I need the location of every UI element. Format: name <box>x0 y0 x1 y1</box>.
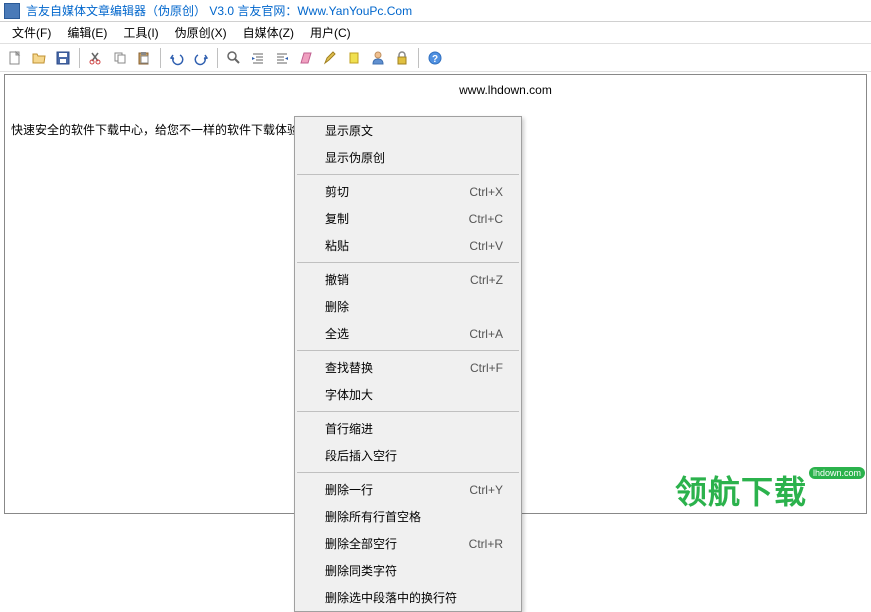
context-menu-item[interactable]: 全选 Ctrl+A <box>295 320 521 347</box>
erase-icon[interactable] <box>295 47 317 69</box>
toolbar: ? <box>0 44 871 72</box>
context-menu-separator <box>297 411 519 412</box>
context-menu-shortcut: Ctrl+C <box>469 212 503 226</box>
menu-tools[interactable]: 工具(I) <box>115 22 166 43</box>
redo-icon[interactable] <box>190 47 212 69</box>
context-menu-label: 删除一行 <box>325 481 373 498</box>
context-menu-item[interactable]: 查找替换 Ctrl+F <box>295 354 521 381</box>
window-title: 言友自媒体文章编辑器（伪原创） V3.0 言友官网：Www.YanYouPc.C… <box>26 2 412 19</box>
watermark: 领航下载 lhdown.com <box>675 467 865 513</box>
find-icon[interactable] <box>223 47 245 69</box>
context-menu-item[interactable]: 首行缩进 <box>295 415 521 442</box>
context-menu-item[interactable]: 删除选中段落中的换行符 <box>295 584 521 611</box>
context-menu-label: 撤销 <box>325 271 349 288</box>
open-file-icon[interactable] <box>28 47 50 69</box>
context-menu-label: 删除全部空行 <box>325 535 397 552</box>
context-menu-label: 删除同类字符 <box>325 562 397 579</box>
context-menu-item[interactable]: 撤销 Ctrl+Z <box>295 266 521 293</box>
context-menu-label: 段后插入空行 <box>325 447 397 464</box>
context-menu-item[interactable]: 显示原文 <box>295 117 521 144</box>
highlight-icon[interactable] <box>343 47 365 69</box>
app-icon <box>4 3 20 19</box>
context-menu-separator <box>297 262 519 263</box>
toolbar-separator <box>160 48 161 68</box>
watermark-text: 领航下载 <box>675 467 807 513</box>
context-menu-label: 首行缩进 <box>325 420 373 437</box>
context-menu-label: 显示伪原创 <box>325 149 385 166</box>
context-menu-shortcut: Ctrl+R <box>469 537 503 551</box>
copy-icon[interactable] <box>109 47 131 69</box>
context-menu-label: 全选 <box>325 325 349 342</box>
context-menu-item[interactable]: 删除同类字符 <box>295 557 521 584</box>
context-menu-shortcut: Ctrl+X <box>469 185 503 199</box>
context-menu-label: 显示原文 <box>325 122 373 139</box>
context-menu-label: 删除 <box>325 298 349 315</box>
context-menu-label: 剪切 <box>325 183 349 200</box>
undo-icon[interactable] <box>166 47 188 69</box>
context-menu-label: 复制 <box>325 210 349 227</box>
paste-icon[interactable] <box>133 47 155 69</box>
outdent-icon[interactable] <box>271 47 293 69</box>
context-menu-item[interactable]: 删除一行 Ctrl+Y <box>295 476 521 503</box>
context-menu-shortcut: Ctrl+A <box>469 327 503 341</box>
cut-icon[interactable] <box>85 47 107 69</box>
watermark-badge: lhdown.com <box>809 467 865 479</box>
toolbar-separator <box>418 48 419 68</box>
context-menu-item[interactable]: 剪切 Ctrl+X <box>295 178 521 205</box>
save-icon[interactable] <box>52 47 74 69</box>
context-menu-label: 粘贴 <box>325 237 349 254</box>
user-icon[interactable] <box>367 47 389 69</box>
context-menu-item[interactable]: 删除 <box>295 293 521 320</box>
context-menu: 显示原文显示伪原创剪切 Ctrl+X 复制 Ctrl+C 粘贴 Ctrl+V 撤销 Ctrl+… <box>294 116 522 612</box>
context-menu-item[interactable]: 显示伪原创 <box>295 144 521 171</box>
titlebar: 言友自媒体文章编辑器（伪原创） V3.0 言友官网：Www.YanYouPc.C… <box>0 0 871 22</box>
menu-pseudo[interactable]: 伪原创(X) <box>167 22 235 43</box>
editor-url-text: www.lhdown.com <box>151 83 860 97</box>
context-menu-shortcut: Ctrl+Z <box>470 273 503 287</box>
lock-icon[interactable] <box>391 47 413 69</box>
context-menu-shortcut: Ctrl+V <box>469 239 503 253</box>
context-menu-label: 删除选中段落中的换行符 <box>325 589 457 606</box>
context-menu-label: 字体加大 <box>325 386 373 403</box>
new-file-icon[interactable] <box>4 47 26 69</box>
menu-edit[interactable]: 编辑(E) <box>59 22 115 43</box>
toolbar-separator <box>217 48 218 68</box>
context-menu-item[interactable]: 字体加大 <box>295 381 521 408</box>
brush-icon[interactable] <box>319 47 341 69</box>
menubar: 文件(F)编辑(E)工具(I)伪原创(X)自媒体(Z)用户(C) <box>0 22 871 44</box>
menu-user[interactable]: 用户(C) <box>302 22 359 43</box>
indent-icon[interactable] <box>247 47 269 69</box>
svg-text:?: ? <box>432 54 438 65</box>
context-menu-separator <box>297 350 519 351</box>
menu-media[interactable]: 自媒体(Z) <box>235 22 302 43</box>
context-menu-shortcut: Ctrl+Y <box>469 483 503 497</box>
help-icon[interactable]: ? <box>424 47 446 69</box>
context-menu-label: 查找替换 <box>325 359 373 376</box>
context-menu-item[interactable]: 复制 Ctrl+C <box>295 205 521 232</box>
menu-file[interactable]: 文件(F) <box>4 22 59 43</box>
context-menu-separator <box>297 174 519 175</box>
context-menu-shortcut: Ctrl+F <box>470 361 503 375</box>
context-menu-separator <box>297 472 519 473</box>
context-menu-item[interactable]: 删除全部空行 Ctrl+R <box>295 530 521 557</box>
context-menu-item[interactable]: 段后插入空行 <box>295 442 521 469</box>
context-menu-item[interactable]: 粘贴 Ctrl+V <box>295 232 521 259</box>
toolbar-separator <box>79 48 80 68</box>
